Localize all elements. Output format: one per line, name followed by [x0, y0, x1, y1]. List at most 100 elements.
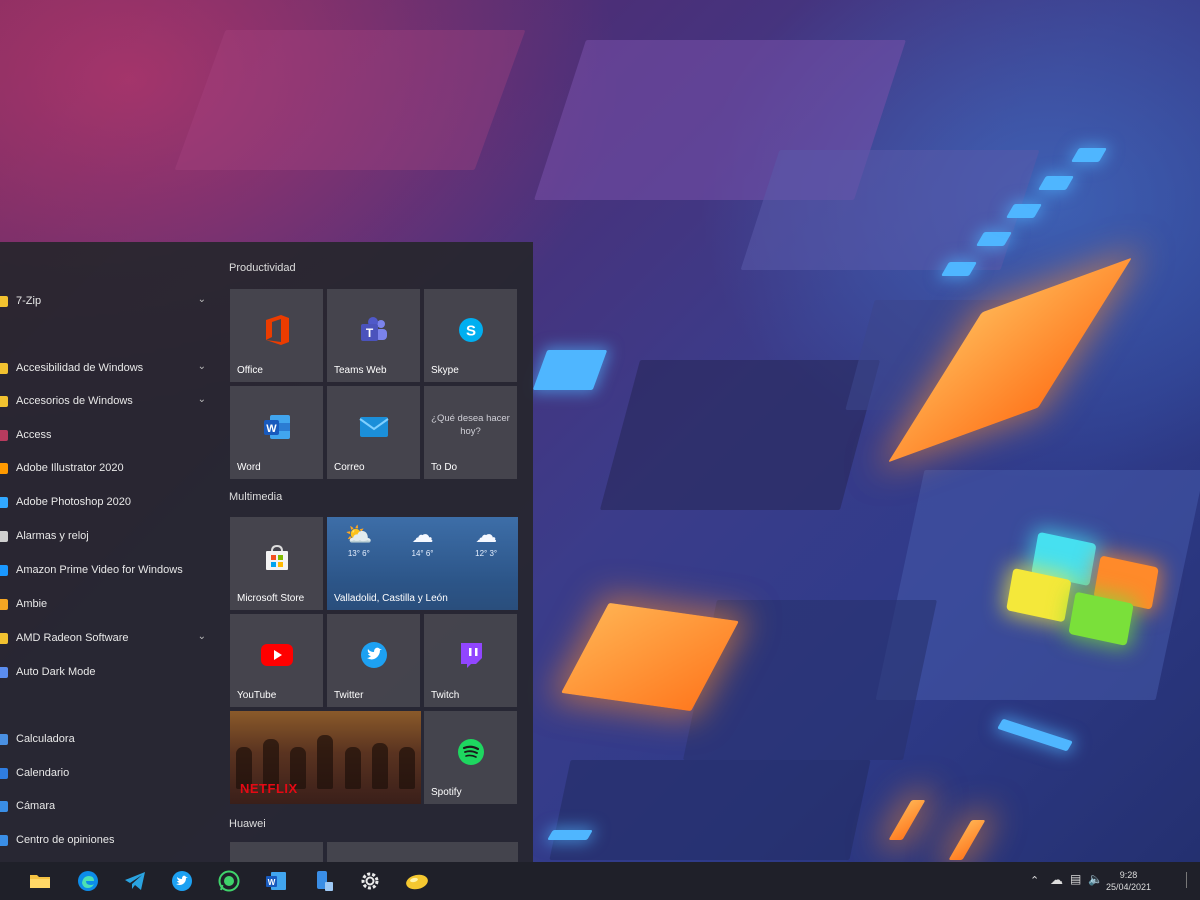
app-list-item-label: Calculadora: [16, 733, 75, 745]
taskbar: W ⌃ ☁ ▤ 🔈 9:28 25/04/2021: [0, 862, 1200, 900]
netflix-artwork: [230, 729, 421, 789]
chevron-down-icon[interactable]: ⌄: [198, 631, 206, 642]
illustrator-icon: [0, 462, 8, 474]
chevron-down-icon[interactable]: ⌄: [198, 394, 206, 405]
edge-icon[interactable]: [76, 869, 100, 893]
clock[interactable]: 9:28 25/04/2021: [1106, 869, 1151, 893]
telegram-icon[interactable]: [123, 869, 147, 893]
skype-icon: S: [458, 317, 483, 342]
weather-temp: 14° 6°: [411, 549, 434, 558]
camera-icon: [0, 800, 8, 812]
app-list-item[interactable]: Alarmas y reloj: [0, 523, 218, 549]
tile-label: YouTube: [237, 690, 277, 701]
app-list-item[interactable]: Calendario: [0, 760, 218, 786]
tile-label: Office: [237, 365, 263, 376]
app-list-item[interactable]: 7-Zip ⌄: [0, 288, 218, 314]
chevron-up-icon[interactable]: ⌃: [1030, 874, 1039, 887]
weather-temp: 13° 6°: [347, 549, 370, 558]
app-list-item-label: Alarmas y reloj: [16, 530, 89, 542]
folder-icon: [0, 395, 8, 407]
volume-icon[interactable]: 🔈: [1088, 872, 1103, 886]
auto-dark-mode-icon: [0, 666, 8, 678]
app-list-item[interactable]: Calculadora: [0, 726, 218, 752]
tile-youtube[interactable]: YouTube: [230, 614, 323, 707]
group-title-huawei: Huawei: [229, 818, 266, 830]
chevron-down-icon[interactable]: ⌄: [198, 361, 206, 372]
tile-huawei-1[interactable]: [230, 842, 323, 862]
tile-huawei-2[interactable]: [327, 842, 518, 862]
notes-icon[interactable]: [405, 869, 429, 893]
app-list-item[interactable]: Amazon Prime Video for Windows: [0, 557, 218, 583]
tile-teams-web[interactable]: T Teams Web: [327, 289, 420, 382]
app-list-item[interactable]: Ambie: [0, 591, 218, 617]
access-icon: [0, 429, 8, 441]
settings-icon[interactable]: [358, 869, 382, 893]
app-list-item-label: Calendario: [16, 767, 70, 779]
app-list-item[interactable]: Auto Dark Mode: [0, 659, 218, 685]
tile-label: Word: [237, 462, 261, 473]
app-list-item-label: Accesibilidad de Windows: [16, 362, 144, 374]
whatsapp-icon[interactable]: [217, 869, 241, 893]
tile-todo[interactable]: ¿Qué desea hacer hoy? To Do: [424, 386, 517, 479]
app-list-item[interactable]: Accesorios de Windows ⌄: [0, 388, 218, 414]
tile-label: Skype: [431, 365, 459, 376]
tile-skype[interactable]: S Skype: [424, 289, 517, 382]
tile-word[interactable]: W Word: [230, 386, 323, 479]
partly-cloudy-icon: ⛅: [345, 522, 373, 547]
weather-day: ☁ 12° 3°: [464, 521, 508, 558]
app-list-item-label: 7-Zip: [16, 295, 42, 307]
rain-cloud-icon: ☁: [475, 522, 498, 547]
mail-icon: [358, 416, 389, 437]
tile-label: Correo: [334, 462, 365, 473]
store-icon: [265, 544, 288, 570]
phone-icon[interactable]: [312, 869, 336, 893]
svg-text:S: S: [465, 322, 475, 339]
folder-icon: [0, 362, 8, 374]
tile-netflix[interactable]: NETFLIX: [230, 711, 421, 804]
tile-microsoft-store[interactable]: Microsoft Store: [230, 517, 323, 610]
tile-office[interactable]: Office: [230, 289, 323, 382]
svg-text:T: T: [365, 326, 373, 340]
office-icon: [265, 314, 289, 345]
clock-date: 25/04/2021: [1106, 882, 1152, 892]
app-list-item[interactable]: Centro de opiniones: [0, 827, 218, 853]
file-explorer-icon[interactable]: [28, 869, 52, 893]
tile-label: Twitch: [431, 690, 460, 701]
folder-icon: [0, 295, 8, 307]
app-list-item-label: Adobe Photoshop 2020: [16, 496, 131, 508]
app-list: 7-Zip ⌄ Accesibilidad de Windows ⌄ Accesorio…: [0, 242, 218, 862]
app-list-item-label: Centro de opiniones: [16, 834, 115, 846]
group-title-multimedia: Multimedia: [229, 491, 283, 503]
tile-correo[interactable]: Correo: [327, 386, 420, 479]
show-desktop-button[interactable]: [1186, 872, 1196, 888]
netflix-logo: NETFLIX: [240, 781, 298, 796]
cloud-icon[interactable]: ☁: [1050, 872, 1063, 888]
app-list-item[interactable]: Access: [0, 422, 218, 448]
rain-cloud-icon: ☁: [411, 522, 434, 547]
clock-time: 9:28: [1119, 870, 1138, 880]
tile-twitter[interactable]: Twitter: [327, 614, 420, 707]
system-tray: ⌃ ☁ ▤ 🔈 9:28 25/04/2021: [1010, 862, 1200, 900]
network-icon[interactable]: ▤: [1070, 872, 1081, 886]
tile-twitch[interactable]: Twitch: [424, 614, 517, 707]
tile-spotify[interactable]: Spotify: [424, 711, 517, 804]
app-list-item[interactable]: Adobe Photoshop 2020: [0, 489, 218, 515]
chevron-down-icon[interactable]: ⌄: [198, 294, 206, 305]
svg-text:W: W: [266, 423, 277, 435]
tile-label: Spotify: [431, 787, 462, 798]
app-list-item[interactable]: AMD Radeon Software ⌄: [0, 625, 218, 651]
calendar-icon: [0, 767, 8, 779]
clock-icon: [0, 530, 8, 542]
folder-icon: [0, 632, 8, 644]
feedback-icon: [0, 834, 8, 846]
word-icon[interactable]: W: [264, 869, 288, 893]
twitter-icon[interactable]: [170, 869, 194, 893]
tile-weather[interactable]: ⛅ 13° 6° ☁ 14° 6° ☁ 12° 3° Valladolid, C…: [327, 517, 518, 610]
weather-location: Valladolid, Castilla y León: [334, 593, 448, 604]
app-list-item[interactable]: Cámara: [0, 793, 218, 819]
photoshop-icon: [0, 496, 8, 508]
tile-label: Twitter: [334, 690, 364, 701]
app-list-item-label: Ambie: [16, 598, 48, 610]
app-list-item[interactable]: Accesibilidad de Windows ⌄: [0, 355, 218, 381]
app-list-item[interactable]: Adobe Illustrator 2020: [0, 455, 218, 481]
